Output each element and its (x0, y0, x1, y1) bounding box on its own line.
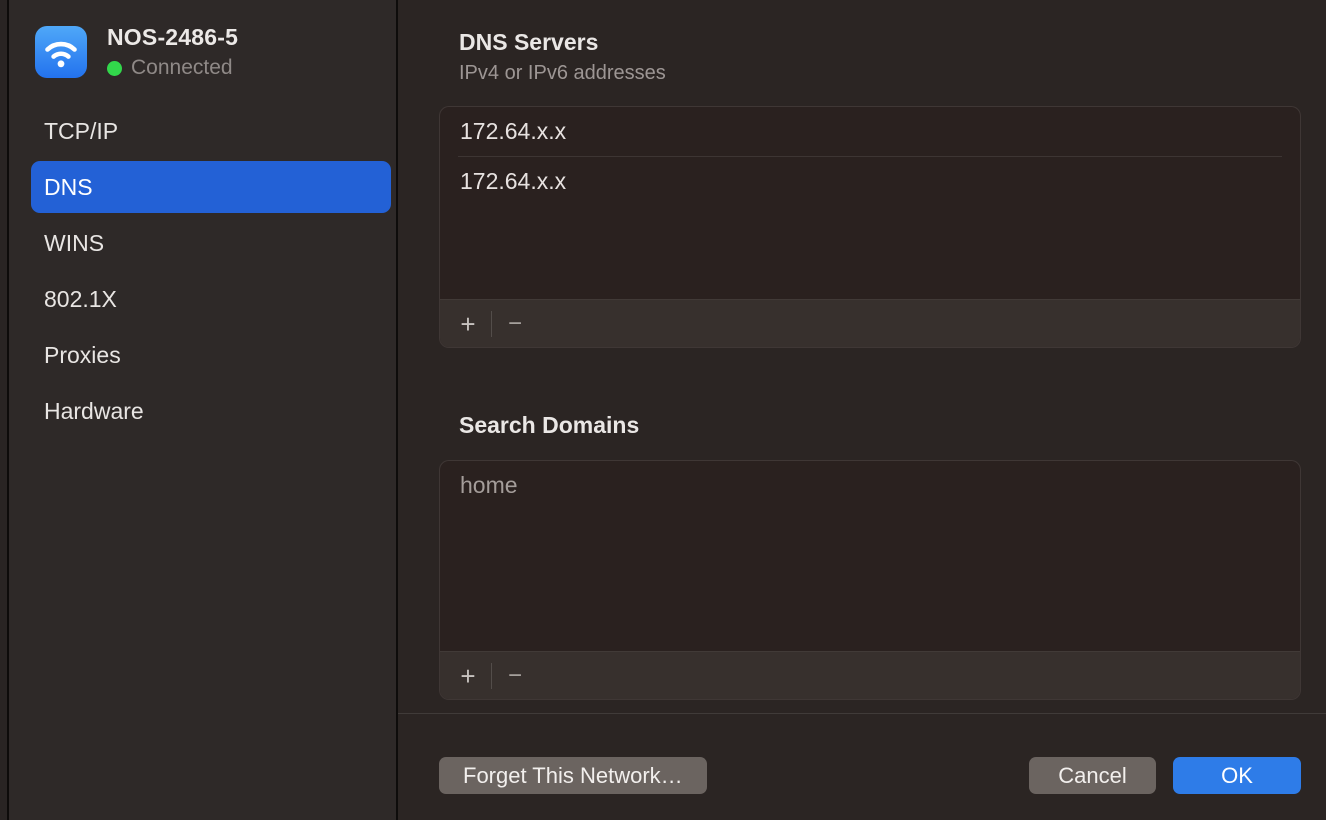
sidebar: NOS-2486-5 Connected TCP/IP DNS WINS 802… (9, 0, 398, 820)
dns-servers-subtitle: IPv4 or IPv6 addresses (439, 62, 1301, 85)
search-domain-entry[interactable]: home (440, 461, 1300, 510)
add-dns-server-button[interactable]: + (454, 311, 482, 337)
network-header: NOS-2486-5 Connected (9, 24, 396, 80)
sidebar-item-wins[interactable]: WINS (31, 217, 391, 269)
dns-servers-list: 172.64.x.x 172.64.x.x + − (439, 106, 1301, 348)
dns-servers-footer: + − (440, 299, 1300, 347)
search-domains-footer: + − (440, 651, 1300, 699)
remove-dns-server-button[interactable]: − (501, 311, 529, 337)
bottom-action-bar: Forget This Network… Cancel OK (398, 713, 1326, 820)
dns-pane-scroll-area: DNS Servers IPv4 or IPv6 addresses 172.6… (398, 0, 1326, 713)
search-domains-title: Search Domains (439, 412, 1301, 439)
forget-network-button[interactable]: Forget This Network… (439, 757, 707, 794)
connected-status-dot-icon (107, 61, 122, 76)
dns-servers-rows: 172.64.x.x 172.64.x.x (440, 107, 1300, 299)
sidebar-item-proxies[interactable]: Proxies (31, 329, 391, 381)
footer-separator (491, 663, 492, 689)
sidebar-item-tcpip[interactable]: TCP/IP (31, 105, 391, 157)
wifi-icon (35, 26, 87, 78)
sidebar-nav: TCP/IP DNS WINS 802.1X Proxies Hardware (31, 105, 391, 437)
dns-pane: DNS Servers IPv4 or IPv6 addresses 172.6… (398, 0, 1326, 820)
network-details-window: NOS-2486-5 Connected TCP/IP DNS WINS 802… (0, 0, 1326, 820)
network-status-label: Connected (131, 56, 233, 80)
sidebar-item-dns[interactable]: DNS (31, 161, 391, 213)
sidebar-item-8021x[interactable]: 802.1X (31, 273, 391, 325)
search-domains-rows: home (440, 461, 1300, 651)
ok-button[interactable]: OK (1173, 757, 1301, 794)
remove-search-domain-button[interactable]: − (501, 663, 529, 689)
sidebar-item-hardware[interactable]: Hardware (31, 385, 391, 437)
network-name: NOS-2486-5 (107, 24, 238, 51)
cancel-button[interactable]: Cancel (1029, 757, 1156, 794)
dns-servers-title: DNS Servers (439, 29, 1301, 56)
network-status: Connected (107, 56, 238, 80)
add-search-domain-button[interactable]: + (454, 663, 482, 689)
dns-server-entry[interactable]: 172.64.x.x (440, 157, 1300, 206)
search-domains-list: home + − (439, 460, 1301, 700)
footer-separator (491, 311, 492, 337)
network-meta: NOS-2486-5 Connected (107, 24, 238, 80)
window-edge-strip (0, 0, 9, 820)
dns-server-entry[interactable]: 172.64.x.x (440, 107, 1300, 156)
